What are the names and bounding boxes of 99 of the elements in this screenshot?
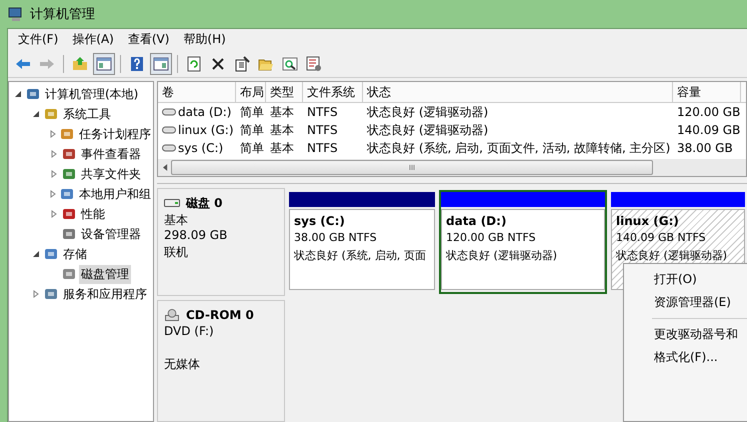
tree-icon bbox=[96, 56, 112, 72]
disk-name: 磁盘 0 bbox=[186, 194, 223, 212]
column-header[interactable]: 类型 bbox=[266, 82, 303, 103]
table-cell: 基本 bbox=[270, 104, 294, 120]
search-icon bbox=[282, 56, 298, 72]
partition-name: sys (C:) bbox=[294, 214, 346, 230]
tree-node-icon bbox=[61, 206, 77, 222]
tree-item[interactable]: 磁盘管理 bbox=[79, 264, 131, 284]
menu-item[interactable]: 更改驱动器号和 bbox=[624, 323, 747, 346]
expanded-arrow-icon[interactable] bbox=[32, 250, 40, 258]
menu-item[interactable]: 资源管理器(E) bbox=[624, 291, 747, 314]
drive-icon bbox=[162, 144, 176, 152]
disk-info: 无媒体 bbox=[164, 356, 201, 372]
collapsed-arrow-icon[interactable] bbox=[50, 210, 58, 218]
table-cell: 120.00 GB bbox=[677, 105, 740, 119]
collapsed-arrow-icon[interactable] bbox=[50, 170, 58, 178]
collapsed-arrow-icon[interactable] bbox=[49, 130, 57, 138]
partition-name: linux (G:) bbox=[616, 214, 680, 230]
tree-node-icon bbox=[25, 86, 41, 102]
table-cell: 38.00 GB bbox=[677, 141, 733, 155]
help-icon bbox=[129, 56, 145, 72]
tree-item[interactable]: 计算机管理(本地) bbox=[43, 84, 140, 104]
tree-item[interactable]: 系统工具 bbox=[61, 104, 113, 124]
disk-name: CD-ROM 0 bbox=[186, 308, 254, 322]
window-title: 计算机管理 bbox=[30, 6, 95, 23]
disk-info: DVD (F:) bbox=[164, 324, 215, 340]
table-cell: NTFS bbox=[307, 123, 338, 137]
drive-icon bbox=[162, 126, 176, 134]
tree-item[interactable]: 设备管理器 bbox=[79, 224, 143, 244]
table-cell: 状态良好 (系统, 启动, 页面文件, 活动, 故障转储, 主分区) bbox=[367, 140, 670, 156]
menu-item[interactable]: 查看(V) bbox=[122, 30, 176, 49]
disk-label-panel[interactable]: CD-ROM 0 DVD (F:) 无媒体 bbox=[157, 300, 285, 422]
table-cell: 简单 bbox=[240, 122, 264, 138]
tree-node-icon bbox=[43, 106, 59, 122]
tree-node-icon bbox=[59, 186, 75, 202]
properties-icon bbox=[234, 56, 250, 72]
tree-item[interactable]: 本地用户和组 bbox=[77, 184, 153, 204]
expanded-arrow-icon[interactable] bbox=[14, 90, 22, 98]
tree-item[interactable]: 服务和应用程序 bbox=[61, 284, 149, 304]
partition-size: 120.00 GB NTFS bbox=[446, 231, 537, 246]
partition-status: 状态良好 (逻辑驱动器) bbox=[616, 248, 728, 264]
menu-item[interactable]: 帮助(H) bbox=[177, 30, 232, 49]
partition-block[interactable]: data (D:) 120.00 GB NTFS 状态良好 (逻辑驱动器) bbox=[439, 190, 607, 294]
column-header[interactable]: 布局 bbox=[236, 82, 266, 103]
partition-status: 状态良好 (逻辑驱动器) bbox=[446, 248, 558, 264]
table-cell: 140.09 GB bbox=[677, 123, 740, 137]
tree-node-icon bbox=[43, 286, 59, 302]
settings-icon bbox=[306, 56, 322, 72]
table-cell: 状态良好 (逻辑驱动器) bbox=[367, 122, 488, 138]
menu-item[interactable]: 打开(O) bbox=[624, 268, 747, 291]
partition-size: 38.00 GB NTFS bbox=[294, 231, 378, 246]
disk-label-panel[interactable]: 磁盘 0 基本 298.09 GB 联机 bbox=[157, 188, 285, 296]
partition-status: 状态良好 (系统, 启动, 页面 bbox=[294, 248, 427, 264]
tree-item[interactable]: 存储 bbox=[61, 244, 89, 264]
disk-info: 298.09 GB bbox=[164, 228, 228, 244]
tree-node-icon bbox=[61, 266, 77, 282]
up-icon bbox=[72, 56, 88, 72]
tree-button[interactable] bbox=[93, 52, 115, 74]
table-cell: 简单 bbox=[240, 140, 264, 156]
column-header[interactable]: 容量 bbox=[673, 82, 741, 103]
table-cell: 基本 bbox=[270, 122, 294, 138]
expanded-arrow-icon[interactable] bbox=[32, 110, 40, 118]
column-header[interactable]: 卷 bbox=[158, 82, 236, 103]
table-cell: sys (C:) bbox=[178, 141, 224, 155]
computer-icon bbox=[8, 6, 24, 22]
menu-item[interactable]: 格式化(F)... bbox=[624, 346, 747, 369]
partition-size: 140.09 GB NTFS bbox=[616, 231, 707, 246]
disk-info: 联机 bbox=[164, 244, 189, 260]
tree-node-icon bbox=[43, 246, 59, 262]
menu-item[interactable]: 文件(F) bbox=[12, 30, 64, 49]
column-header[interactable]: 文件系统 bbox=[303, 82, 363, 103]
tree-node-icon bbox=[61, 146, 77, 162]
table-cell: NTFS bbox=[307, 105, 338, 119]
tree-item[interactable]: 性能 bbox=[79, 204, 107, 224]
collapsed-arrow-icon[interactable] bbox=[50, 150, 58, 158]
tree-item[interactable]: 共享文件夹 bbox=[79, 164, 143, 184]
tree-node-icon bbox=[61, 226, 77, 242]
collapsed-arrow-icon[interactable] bbox=[49, 190, 57, 198]
table-cell: linux (G:) bbox=[178, 123, 234, 137]
menu-item[interactable]: 操作(A) bbox=[66, 30, 120, 49]
column-header[interactable]: 状态 bbox=[363, 82, 673, 103]
table-cell: 简单 bbox=[240, 104, 264, 120]
partition-name: data (D:) bbox=[446, 214, 508, 230]
tree-node-icon bbox=[61, 166, 77, 182]
table-cell: data (D:) bbox=[178, 105, 232, 119]
refresh-icon bbox=[186, 56, 202, 72]
tree-item[interactable]: 任务计划程序 bbox=[77, 124, 153, 144]
table-cell: 基本 bbox=[270, 140, 294, 156]
table-cell: 状态良好 (逻辑驱动器) bbox=[367, 104, 488, 120]
drive-icon bbox=[162, 108, 176, 116]
tree-item[interactable]: 事件查看器 bbox=[79, 144, 143, 164]
cd-drive-icon bbox=[164, 309, 180, 321]
table-cell: NTFS bbox=[307, 141, 338, 155]
tree-node-icon bbox=[59, 126, 75, 142]
delete-icon bbox=[210, 56, 226, 72]
disk-info: 基本 bbox=[164, 212, 189, 228]
collapsed-arrow-icon[interactable] bbox=[32, 290, 40, 298]
pane-icon bbox=[153, 56, 169, 72]
pane-button[interactable] bbox=[150, 52, 172, 74]
